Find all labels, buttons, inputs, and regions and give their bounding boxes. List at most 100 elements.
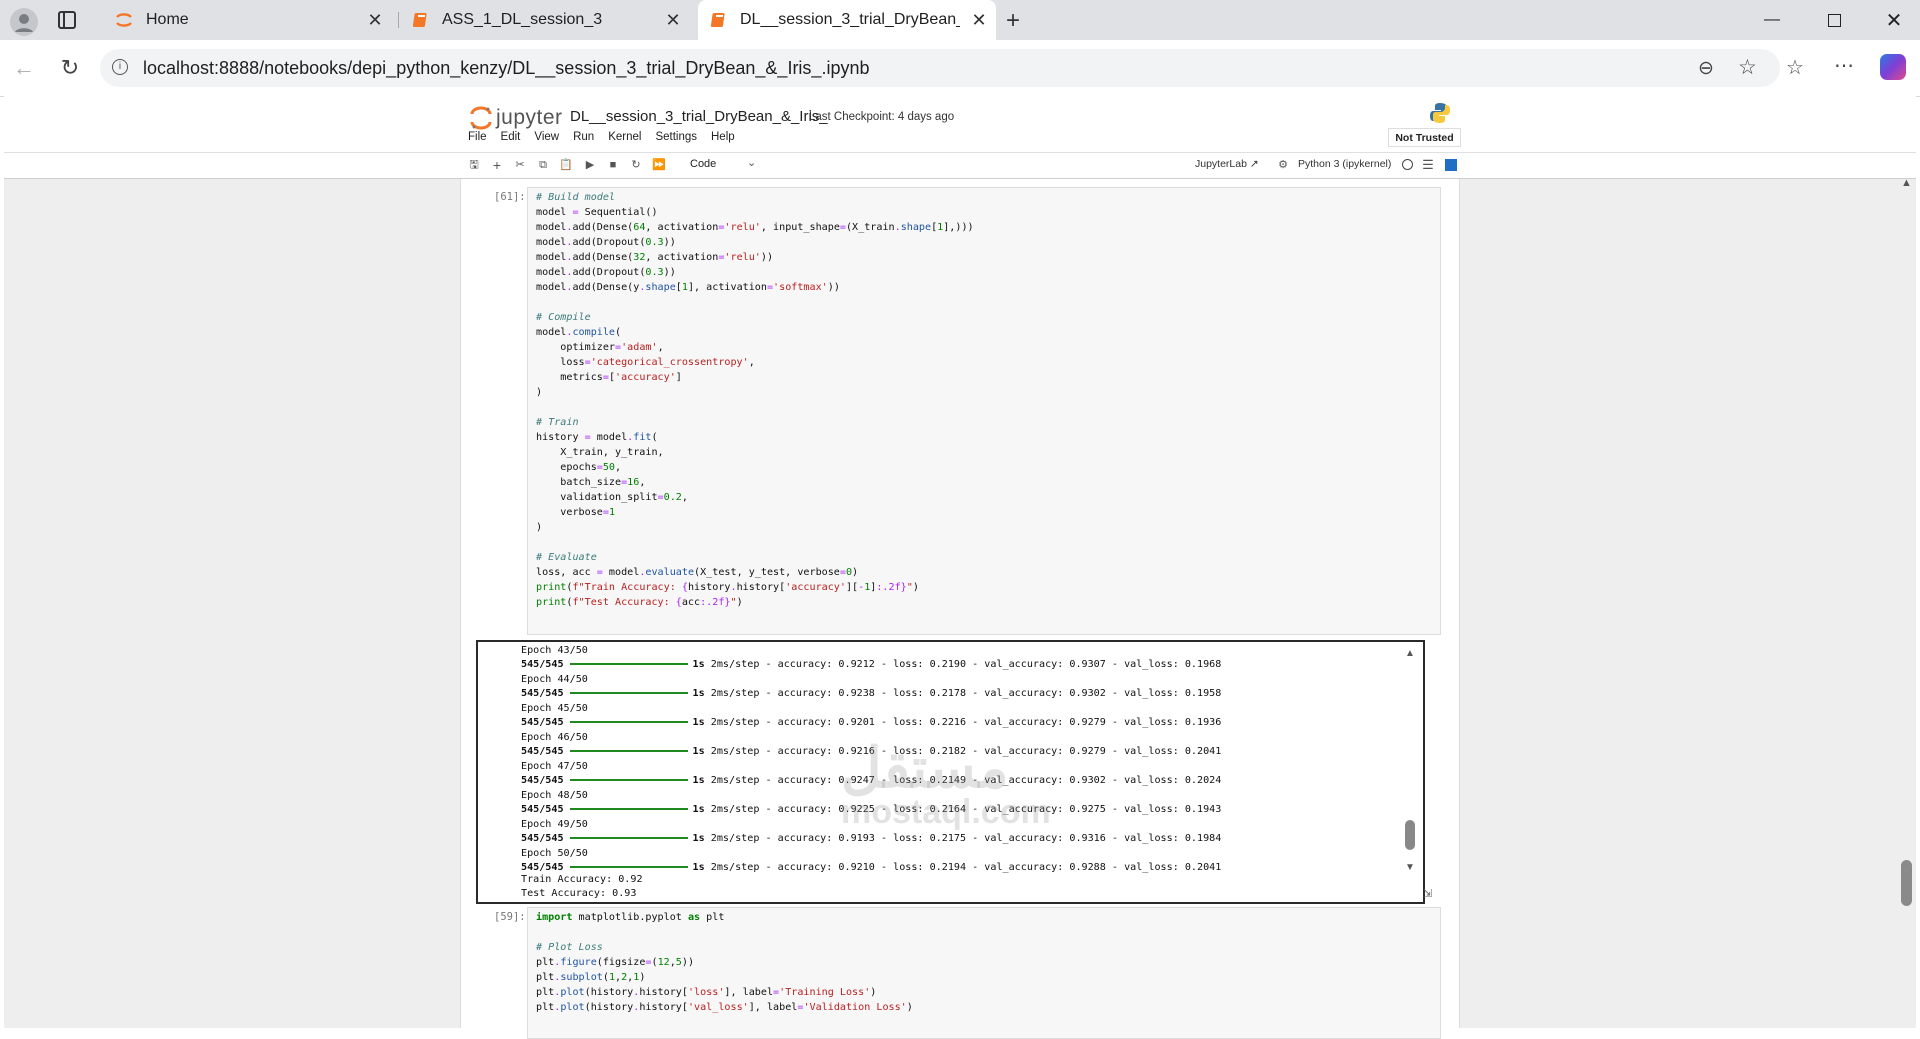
browser-toolbar: ← ↻ i localhost:8888/notebooks/depi_pyth… — [0, 40, 1920, 97]
tab-ass1[interactable]: ASS_1_DL_session_3 ✕ — [400, 0, 690, 40]
cell-type-select[interactable]: Code — [690, 158, 716, 170]
restore-icon[interactable] — [1810, 0, 1858, 40]
metric-step-time: 2ms/step — [710, 688, 760, 699]
insert-cell-icon[interactable]: + — [489, 157, 505, 173]
trust-indicator[interactable]: Not Trusted — [1388, 128, 1461, 147]
minimize-icon[interactable]: — — [1748, 0, 1796, 40]
tab-label: Home — [146, 11, 189, 28]
progress-bar — [569, 837, 688, 839]
menu-run[interactable]: Run — [573, 131, 594, 149]
close-window-icon[interactable]: ✕ — [1870, 0, 1918, 40]
cell-prompt: [59]: — [494, 911, 526, 923]
epoch-progress-line: 545/545 1s 2ms/step - accuracy: 0.9212 - … — [521, 659, 1222, 670]
zoom-out-icon[interactable]: ⊖ — [1698, 57, 1714, 80]
metric-val-loss: 0.1936 — [1184, 717, 1222, 728]
step-count: 545/545 — [521, 833, 564, 844]
code-line: X_train, y_train, — [536, 447, 664, 458]
code-cell-plot-loss[interactable]: import matplotlib.pyplot as plt # Plot L… — [527, 907, 1441, 1039]
code-line: # Compile — [536, 312, 591, 323]
epoch-time: 1s — [692, 833, 705, 844]
url-text[interactable]: localhost:8888/notebooks/depi_python_ken… — [143, 58, 869, 79]
menu-kernel[interactable]: Kernel — [608, 131, 641, 149]
code-line: validation_split=0.2, — [536, 492, 688, 503]
site-info-icon[interactable]: i — [112, 59, 128, 75]
menu-bar: File Edit View Run Kernel Settings Help — [468, 131, 749, 149]
reload-icon[interactable]: ↻ — [52, 50, 88, 86]
code-cell-build-model[interactable]: # Build model model = Sequential() model… — [527, 187, 1441, 635]
test-accuracy-line: Test Accuracy: 0.93 — [521, 888, 637, 899]
save-icon[interactable]: 🖫 — [466, 157, 482, 173]
paste-icon[interactable]: 📋 — [558, 157, 574, 173]
code-line: loss='categorical_crossentropy', — [536, 357, 755, 368]
address-bar[interactable]: i localhost:8888/notebooks/depi_python_k… — [100, 49, 1780, 87]
page-scrollbar[interactable]: ▲ — [1897, 177, 1916, 1028]
menu-help[interactable]: Help — [711, 131, 735, 149]
code-line: model = Sequential() — [536, 207, 658, 218]
menu-edit[interactable]: Edit — [501, 131, 521, 149]
train-accuracy-line: Train Accuracy: 0.92 — [521, 874, 643, 885]
restart-icon[interactable]: ↻ — [628, 157, 644, 173]
more-menu-icon[interactable]: ⋯ — [1834, 53, 1854, 78]
interrupt-icon[interactable]: ■ — [605, 157, 621, 173]
notebook-title[interactable]: DL__session_3_trial_DryBean_&_Iris_ — [570, 108, 828, 125]
hamburger-menu-icon[interactable]: ☰ — [1420, 157, 1436, 173]
close-tab-icon[interactable]: ✕ — [664, 11, 682, 29]
epoch-progress-line: 545/545 1s 2ms/step - accuracy: 0.9238 - … — [521, 688, 1222, 699]
code-line: print(f"Test Accuracy: {acc:.2f}") — [536, 597, 743, 608]
kernel-name[interactable]: Python 3 (ipykernel) — [1298, 158, 1391, 170]
code-line: epochs=50, — [536, 462, 622, 473]
metric-val-accuracy: 0.9302 — [1069, 775, 1106, 786]
tab-label: ASS_1_DL_session_3 — [442, 11, 603, 28]
metric-accuracy: 0.9201 — [838, 717, 875, 728]
epoch-label: Epoch 49/50 — [521, 819, 588, 830]
favorites-icon[interactable]: ☆ — [1786, 55, 1804, 80]
toc-icon[interactable] — [1443, 157, 1459, 173]
output-scrollbar[interactable]: ▲ ▼ — [1400, 642, 1422, 902]
progress-bar — [569, 779, 688, 781]
tab-actions-icon[interactable] — [58, 11, 76, 29]
jupyterlab-link-label: JupyterLab — [1195, 158, 1247, 170]
code-line: plt.plot(history.history['val_loss'], la… — [536, 1002, 913, 1013]
scrollbar-thumb[interactable] — [1405, 820, 1415, 850]
gear-icon[interactable]: ⚙ — [1275, 157, 1291, 173]
notebook-icon — [412, 13, 427, 27]
chevron-down-icon[interactable]: ⌄ — [747, 156, 756, 169]
menu-view[interactable]: View — [534, 131, 559, 149]
metric-accuracy: 0.9238 — [838, 688, 875, 699]
metric-loss: 0.2216 — [929, 717, 967, 728]
copilot-icon[interactable] — [1880, 54, 1906, 80]
tab-dl-session3[interactable]: DL__session_3_trial_DryBean_&_Iris_ ✕ — [698, 0, 996, 40]
back-icon[interactable]: ← — [6, 50, 42, 86]
progress-bar — [569, 663, 688, 665]
scroll-up-icon[interactable]: ▲ — [1405, 648, 1415, 659]
profile-avatar[interactable] — [10, 8, 38, 36]
new-tab-icon[interactable]: + — [1006, 7, 1020, 35]
favorite-star-icon[interactable]: ☆ — [1738, 55, 1757, 80]
scroll-up-icon[interactable]: ▲ — [1901, 177, 1912, 189]
jupyter-header: jupyter DL__session_3_trial_DryBean_&_Ir… — [4, 96, 1916, 179]
copy-icon[interactable]: ⧉ — [535, 157, 551, 173]
epoch-label: Epoch 46/50 — [521, 732, 588, 743]
tab-home[interactable]: Home ✕ — [100, 0, 392, 40]
watermark-latin: mostaql.com — [841, 793, 1051, 831]
cut-icon[interactable]: ✂ — [512, 157, 528, 173]
epoch-label: Epoch 47/50 — [521, 761, 588, 772]
jupyterlab-link[interactable]: JupyterLab ↗ — [1195, 158, 1259, 170]
browser-tab-strip: Home ✕ ASS_1_DL_session_3 ✕ DL__session_… — [0, 0, 1920, 40]
run-all-icon[interactable]: ⏩ — [651, 157, 667, 173]
epoch-label: Epoch 43/50 — [521, 645, 588, 656]
metric-val-loss: 0.1968 — [1184, 659, 1222, 670]
scrollbar-thumb[interactable] — [1901, 860, 1912, 906]
menu-file[interactable]: File — [468, 131, 487, 149]
resize-handle-icon[interactable]: ⇲ — [1423, 887, 1432, 900]
code-line: metrics=['accuracy'] — [536, 372, 682, 383]
jupyter-logo[interactable]: jupyter — [470, 105, 563, 131]
code-line: loss, acc = model.evaluate(X_test, y_tes… — [536, 567, 859, 578]
menu-settings[interactable]: Settings — [655, 131, 697, 149]
notebook-toolbar: 🖫 + ✂ ⧉ 📋 ▶ ■ ↻ ⏩ Code ⌄ JupyterLab ↗ ⚙ … — [4, 152, 1916, 177]
close-tab-icon[interactable]: ✕ — [970, 11, 988, 29]
run-icon[interactable]: ▶ — [582, 157, 598, 173]
code-line: optimizer='adam', — [536, 342, 664, 353]
scroll-down-icon[interactable]: ▼ — [1405, 862, 1415, 873]
close-tab-icon[interactable]: ✕ — [366, 11, 384, 29]
